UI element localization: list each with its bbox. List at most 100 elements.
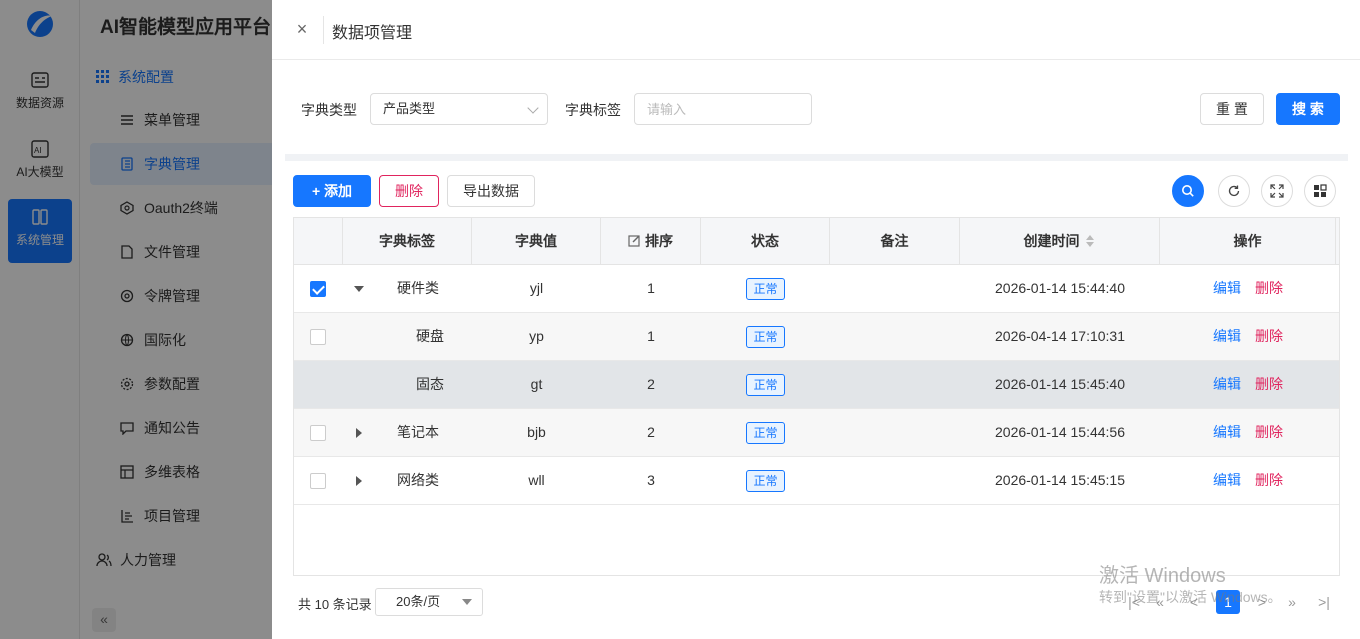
fullscreen-button[interactable] [1261, 175, 1293, 207]
cell-remark [830, 361, 960, 408]
table-row[interactable]: 固态 gt 2 正常 2026-01-14 15:45:40 编辑 删除 [294, 361, 1339, 409]
cell-status: 正常 [701, 361, 830, 408]
caret-down-icon [462, 599, 472, 605]
cell-created: 2026-01-14 15:44:40 [995, 280, 1125, 296]
cell-actions: 编辑 删除 [1160, 361, 1336, 408]
status-badge: 正常 [746, 422, 785, 445]
drawer-header: × 数据项管理 [272, 0, 1360, 60]
column-header-remark: 备注 [830, 218, 960, 265]
sort-icon[interactable] [1085, 234, 1095, 248]
row-checkbox[interactable] [310, 473, 326, 489]
row-checkbox[interactable] [310, 281, 326, 297]
dict-tag-label: 字典标签 [565, 102, 621, 118]
column-header-created-label: 创建时间 [1023, 233, 1080, 249]
delete-link[interactable]: 删除 [1255, 424, 1283, 440]
cell-status: 正常 [701, 409, 830, 456]
batch-delete-button[interactable]: 删除 [379, 175, 439, 207]
status-badge: 正常 [746, 470, 785, 493]
column-header-sort: 排序 [601, 218, 701, 265]
cell-value: yjl [529, 280, 544, 296]
cell-actions: 编辑 删除 [1160, 265, 1336, 312]
column-header-status: 状态 [701, 218, 830, 265]
cell-remark [830, 457, 960, 504]
cell-actions: 编辑 删除 [1160, 313, 1336, 360]
activation-watermark-hint: 转到"设置"以激活 Windows。 [1099, 589, 1282, 605]
dict-type-select[interactable]: 产品类型 [370, 93, 548, 125]
cell-created: 2026-04-14 17:10:31 [995, 328, 1125, 344]
chevron-down-icon [527, 102, 539, 114]
toggle-search-button[interactable] [1172, 175, 1204, 207]
header-divider [323, 16, 324, 44]
cell-label: 网络类 [397, 472, 439, 488]
section-divider [285, 154, 1348, 161]
cell-value: bjb [527, 424, 546, 440]
table-row[interactable]: 硬盘 yp 1 正常 2026-04-14 17:10:31 编辑 删除 [294, 313, 1339, 361]
table-row[interactable]: 笔记本 bjb 2 正常 2026-01-14 15:44:56 编辑 删除 [294, 409, 1339, 457]
delete-link[interactable]: 删除 [1255, 328, 1283, 344]
row-checkbox[interactable] [310, 329, 326, 345]
dict-type-label: 字典类型 [301, 102, 357, 118]
next-group-button[interactable]: » [1280, 590, 1304, 614]
delete-link[interactable]: 删除 [1255, 472, 1283, 488]
cell-actions: 编辑 删除 [1160, 409, 1336, 456]
cell-sort: 2 [647, 376, 655, 392]
collapse-caret-icon[interactable] [356, 428, 362, 438]
cell-created: 2026-01-14 15:44:56 [995, 424, 1125, 440]
edit-link[interactable]: 编辑 [1213, 424, 1241, 440]
expand-caret-icon[interactable] [354, 286, 364, 292]
dictionary-items-drawer: × 数据项管理 字典类型 产品类型 字典标签 重 置 搜 索 + 添加 删除 导… [272, 0, 1360, 639]
cell-sort: 2 [647, 424, 655, 440]
table-row[interactable]: 硬件类 yjl 1 正常 2026-01-14 15:44:40 编辑 删除 [294, 265, 1339, 313]
column-header-label: 字典标签 [343, 218, 472, 265]
dictionary-table: 字典标签 字典值 排序 状态 备注 创建时间 操作 硬件类 yjl 1 正常 2026-… [293, 217, 1340, 576]
activation-watermark-title: 激活 Windows [1099, 565, 1226, 587]
cell-value: gt [530, 376, 543, 392]
close-icon[interactable]: × [292, 18, 312, 40]
status-badge: 正常 [746, 326, 785, 349]
row-checkbox[interactable] [310, 425, 326, 441]
add-button[interactable]: + 添加 [293, 175, 371, 207]
dict-tag-input[interactable] [634, 93, 812, 125]
column-header-sort-label: 排序 [645, 233, 673, 249]
table-header: 字典标签 字典值 排序 状态 备注 创建时间 操作 [294, 218, 1339, 265]
total-count: 共 10 条记录 [298, 597, 372, 612]
page-size-select[interactable]: 20条/页 [375, 588, 483, 616]
delete-link[interactable]: 删除 [1255, 280, 1283, 296]
fullscreen-icon [1270, 184, 1284, 198]
cell-status: 正常 [701, 265, 830, 312]
column-header-created[interactable]: 创建时间 [960, 218, 1160, 265]
cell-value: yp [529, 328, 544, 344]
status-badge: 正常 [746, 278, 785, 301]
cell-remark [830, 265, 960, 312]
columns-icon [1314, 184, 1327, 197]
cell-sort: 3 [647, 472, 655, 488]
cell-label: 硬件类 [397, 280, 439, 296]
cell-status: 正常 [701, 457, 830, 504]
dict-type-value: 产品类型 [383, 101, 436, 116]
refresh-button[interactable] [1218, 175, 1250, 207]
last-page-button[interactable]: >| [1312, 590, 1336, 614]
collapse-caret-icon[interactable] [356, 476, 362, 486]
drawer-title: 数据项管理 [332, 25, 413, 42]
search-button[interactable]: 搜 索 [1276, 93, 1340, 125]
edit-icon [628, 235, 640, 247]
select-column-header [294, 218, 343, 265]
cell-label: 固态 [416, 376, 444, 392]
status-badge: 正常 [746, 374, 785, 397]
column-header-actions: 操作 [1160, 218, 1336, 265]
table-row[interactable]: 网络类 wll 3 正常 2026-01-14 15:45:15 编辑 删除 [294, 457, 1339, 505]
edit-link[interactable]: 编辑 [1213, 472, 1241, 488]
column-settings-button[interactable] [1304, 175, 1336, 207]
export-button[interactable]: 导出数据 [447, 175, 535, 207]
refresh-icon [1228, 185, 1240, 197]
reset-button[interactable]: 重 置 [1200, 93, 1264, 125]
edit-link[interactable]: 编辑 [1213, 280, 1241, 296]
delete-link[interactable]: 删除 [1255, 376, 1283, 392]
cell-label: 笔记本 [397, 424, 439, 440]
edit-link[interactable]: 编辑 [1213, 328, 1241, 344]
edit-link[interactable]: 编辑 [1213, 376, 1241, 392]
cell-remark [830, 313, 960, 360]
cell-remark [830, 409, 960, 456]
cell-sort: 1 [647, 328, 655, 344]
page-size-value: 20条/页 [396, 594, 441, 609]
